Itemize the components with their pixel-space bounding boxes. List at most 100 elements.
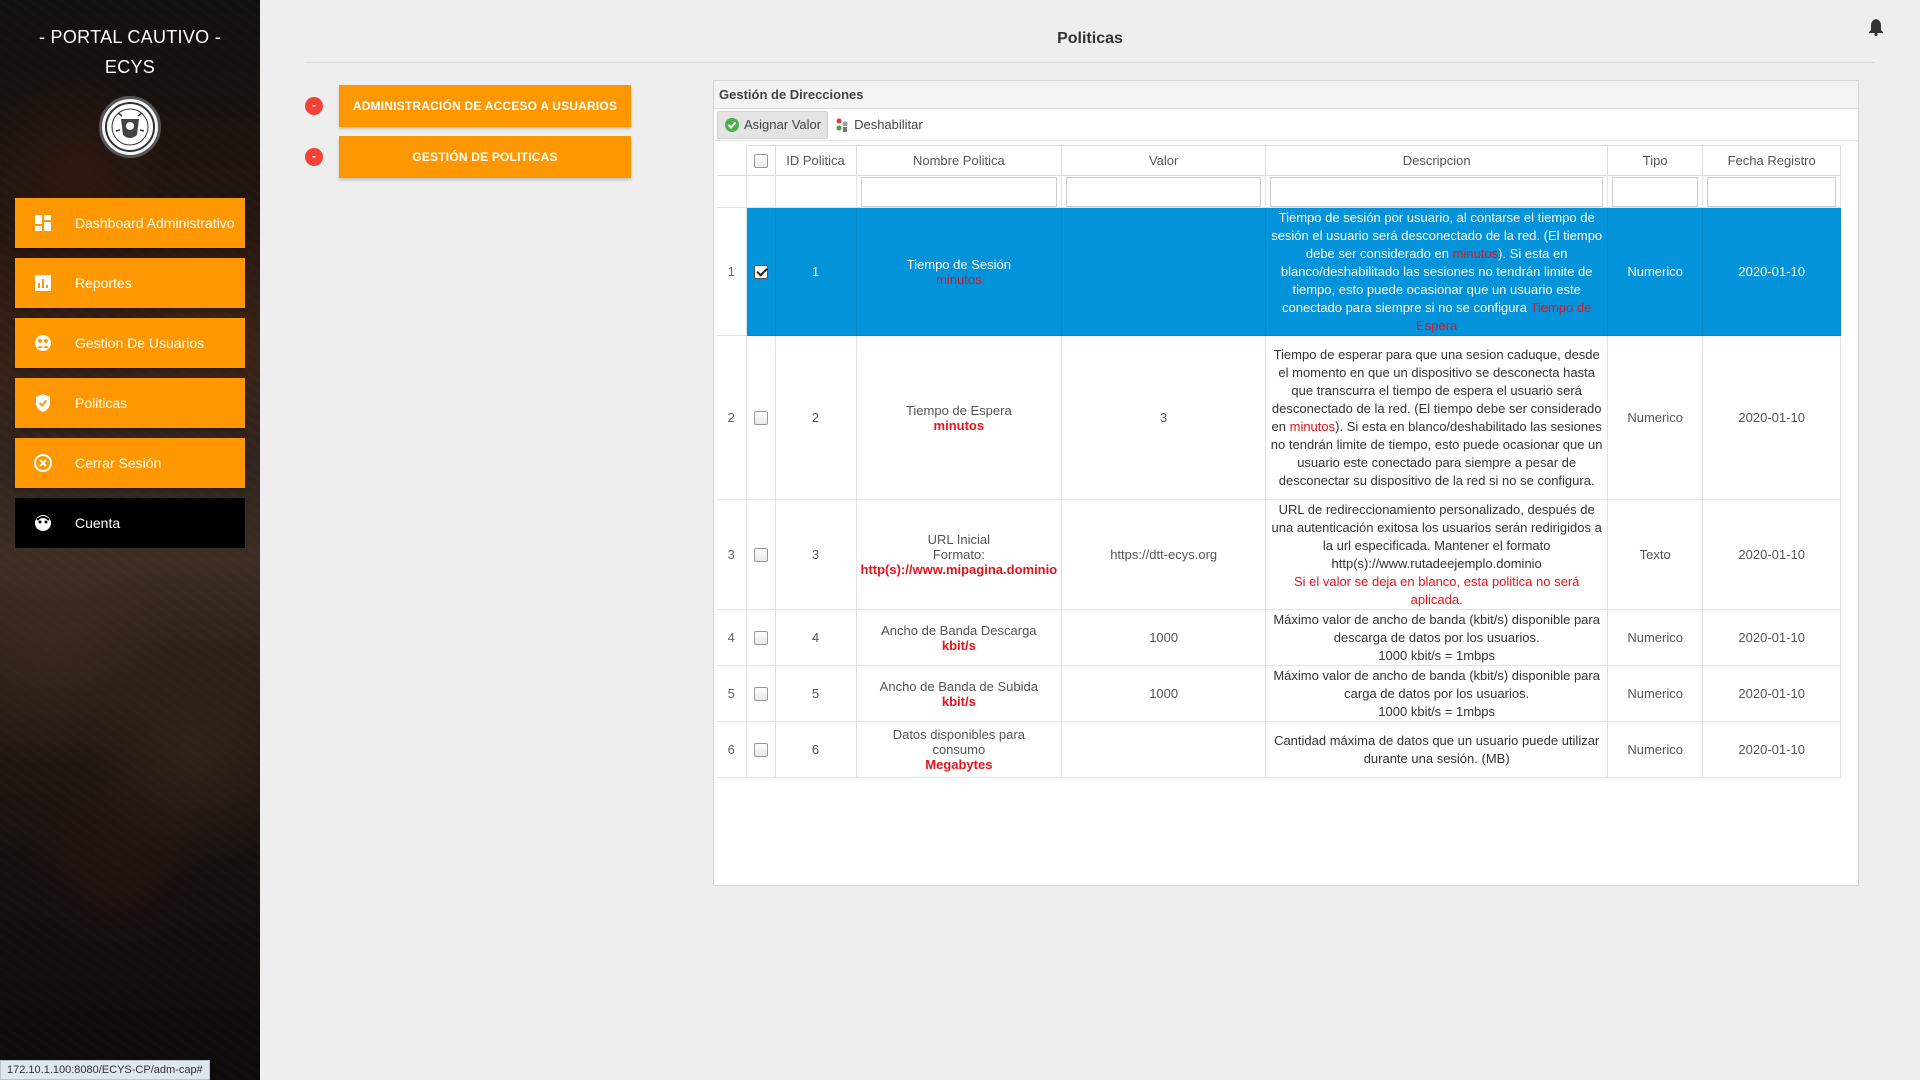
cell-descripcion: URL de redireccionamiento personalizado,… (1265, 499, 1609, 610)
cell-valor[interactable]: 1000 (1061, 609, 1267, 666)
cell-tipo: Numerico (1607, 609, 1704, 666)
column-header-fecha[interactable]: Fecha Registro (1702, 145, 1842, 176)
brand-title: - PORTAL CAUTIVO - ECYS (0, 22, 260, 82)
users-icon (33, 333, 53, 353)
account-icon (33, 513, 53, 533)
row-number: 4 (717, 609, 747, 666)
sidebar-item-gestion-usuarios[interactable]: Gestion De Usuarios (15, 318, 245, 368)
sidebar-item-cuenta[interactable]: Cuenta (15, 498, 245, 548)
collapse-dot-icon[interactable]: - (305, 148, 323, 166)
table-row[interactable]: 4 4 Ancho de Banda Descarga kbit/s 1000 … (717, 609, 1842, 666)
sidebar-item-label: Reportes (75, 275, 132, 291)
cell-valor[interactable]: https://dtt-ecys.org (1061, 499, 1267, 610)
cell-id: 2 (774, 335, 857, 500)
cell-fecha: 2020-01-10 (1702, 721, 1842, 778)
cell-id: 6 (774, 721, 857, 778)
row-checkbox[interactable] (745, 721, 776, 778)
row-checkbox[interactable] (745, 665, 776, 722)
select-all-checkbox[interactable] (745, 145, 776, 176)
column-header-descripcion[interactable]: Descripcion (1265, 145, 1609, 176)
bell-icon[interactable] (1868, 18, 1884, 37)
cell-descripcion: Máximo valor de ancho de banda (kbit/s) … (1265, 609, 1609, 666)
university-seal-logo (99, 96, 161, 158)
row-number: 3 (717, 499, 747, 610)
row-checkbox[interactable] (745, 499, 776, 610)
sidebar-item-cerrar-sesion[interactable]: Cerrar Sesión (15, 438, 245, 488)
row-checkbox[interactable] (745, 335, 776, 500)
cell-descripcion: Máximo valor de ancho de banda (kbit/s) … (1265, 665, 1609, 722)
action-gestion-politicas: - Gestión de Politicas (305, 136, 631, 178)
brand-line-2: ECYS (104, 57, 156, 77)
gestion-politicas-button[interactable]: Gestión de Politicas (339, 136, 631, 178)
grid-toolbar: Asignar Valor Deshabilitar (714, 109, 1858, 141)
header-divider (305, 62, 1875, 63)
status-bar-url: 172.10.1.100:8080/ECYS-CP/adm-cap# (0, 1060, 210, 1080)
sidebar: - PORTAL CAUTIVO - ECYS Dashboard Admini… (0, 0, 260, 1080)
filter-nombre-input[interactable] (860, 176, 1058, 207)
unit-label: minutos (933, 417, 985, 433)
cell-valor[interactable]: 3 (1061, 335, 1267, 500)
cell-id: 5 (774, 665, 857, 722)
assign-value-button[interactable]: Asignar Valor (717, 110, 829, 139)
admin-acceso-usuarios-button[interactable]: Administración de acceso a usuarios (339, 85, 631, 127)
cell-valor[interactable] (1061, 721, 1267, 778)
cell-nombre: Ancho de Banda Descarga kbit/s (855, 609, 1063, 666)
cell-valor[interactable] (1061, 207, 1267, 336)
cell-fecha: 2020-01-10 (1702, 207, 1842, 336)
panel-title: Gestión de Direcciones (714, 81, 1858, 109)
unit-label: Megabytes (925, 757, 993, 772)
table-row[interactable]: 2 2 Tiempo de Espera minutos 3 Tiempo de… (717, 335, 1842, 500)
filter-tipo-input[interactable] (1612, 176, 1699, 207)
disable-button[interactable]: Deshabilitar (828, 111, 929, 139)
row-checkbox[interactable] (745, 207, 776, 336)
row-number: 6 (717, 721, 747, 778)
sidebar-item-dashboard[interactable]: Dashboard Administrativo (15, 198, 245, 248)
table-row[interactable]: 6 6 Datos disponibles para consumo Megab… (717, 721, 1842, 778)
cell-fecha: 2020-01-10 (1702, 335, 1842, 500)
policies-grid-panel: Gestión de Direcciones Asignar Valor Des… (713, 80, 1859, 886)
row-number: 2 (717, 335, 747, 500)
unit-label: kbit/s (941, 637, 976, 653)
cell-descripcion: Tiempo de sesión por usuario, al contars… (1265, 207, 1609, 336)
filter-fecha-input[interactable] (1707, 176, 1837, 207)
column-header-tipo[interactable]: Tipo (1607, 145, 1704, 176)
column-header-id[interactable]: ID Politica (774, 145, 857, 176)
sidebar-item-label: Cerrar Sesión (75, 455, 162, 471)
cell-tipo: Numerico (1607, 721, 1704, 778)
cell-nombre: Datos disponibles para consumo Megabytes (855, 721, 1063, 778)
row-checkbox[interactable] (745, 609, 776, 666)
row-number: 1 (717, 207, 747, 336)
unit-label: kbit/s (941, 693, 976, 709)
table-row[interactable]: 5 5 Ancho de Banda de Subida kbit/s 1000… (717, 665, 1842, 722)
sidebar-item-reportes[interactable]: Reportes (15, 258, 245, 308)
cell-fecha: 2020-01-10 (1702, 609, 1842, 666)
cell-fecha: 2020-01-10 (1702, 499, 1842, 610)
column-header-valor[interactable]: Valor (1061, 145, 1267, 176)
unit-label: minutos (936, 271, 982, 287)
collapse-dot-icon[interactable]: - (305, 97, 323, 115)
table-row[interactable]: 3 3 URL Inicial Formato: http(s)://www.m… (717, 499, 1842, 610)
dashboard-icon (33, 213, 53, 233)
check-circle-icon (725, 117, 739, 132)
cell-tipo: Numerico (1607, 665, 1704, 722)
bar-chart-icon (33, 273, 53, 293)
close-circle-icon (33, 453, 53, 473)
filter-valor-input[interactable] (1066, 176, 1262, 207)
sidebar-item-politicas[interactable]: Politicas (15, 378, 245, 428)
policies-table: ID Politica Nombre Politica Valor Descri… (717, 145, 1842, 778)
sidebar-item-label: Gestion De Usuarios (75, 335, 205, 351)
filter-descripcion-input[interactable] (1270, 176, 1604, 207)
page-title: Politicas (1057, 30, 1123, 47)
action-admin-acceso: - Administración de acceso a usuarios (305, 85, 631, 127)
brand-line-1: - PORTAL CAUTIVO - (38, 27, 222, 47)
sidebar-item-label: Cuenta (75, 515, 121, 531)
sidebar-item-label: Politicas (75, 395, 128, 411)
sidebar-item-label: Dashboard Administrativo (75, 215, 235, 231)
sidebar-nav: Dashboard Administrativo Reportes Gestio… (15, 198, 245, 558)
column-header-nombre[interactable]: Nombre Politica (855, 145, 1063, 176)
table-row[interactable]: 1 1 Tiempo de Sesión minutos Tiempo de s… (717, 207, 1842, 336)
cell-nombre: Tiempo de Espera minutos (855, 335, 1063, 500)
cell-id: 4 (774, 609, 857, 666)
cell-valor[interactable]: 1000 (1061, 665, 1267, 722)
cell-descripcion: Cantidad máxima de datos que un usuario … (1265, 721, 1609, 778)
